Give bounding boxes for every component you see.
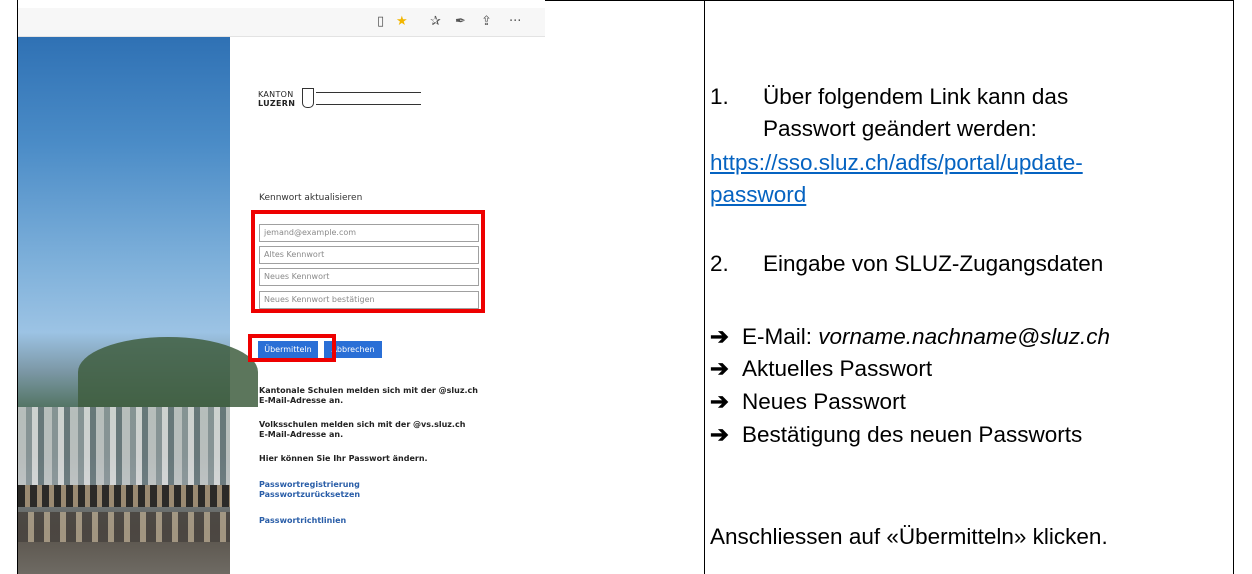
step2-number: 2.	[710, 251, 729, 276]
more-icon[interactable]: ···	[509, 14, 521, 29]
logo-text-top: KANTON	[258, 90, 294, 99]
bullet-email-value: vorname.nachname@sluz.ch	[818, 324, 1110, 349]
favorites-icon[interactable]: ✰	[430, 14, 441, 29]
password-registration-link[interactable]: Passwortregistrierung	[259, 480, 360, 490]
note-kantonal-line1: Kantonale Schulen melden sich mit der @s…	[259, 386, 478, 395]
table-border-middle	[704, 0, 705, 574]
form-title: Kennwort aktualisieren	[259, 193, 363, 203]
reading-view-icon[interactable]: ▯	[377, 14, 384, 29]
arrow-icon: ➔	[710, 422, 729, 447]
instructions-panel: 1. Über folgendem Link kann das Passwort…	[710, 0, 1230, 574]
arrow-icon: ➔	[710, 324, 729, 349]
step1-line2: Passwort geändert werden:	[763, 116, 1037, 141]
logo-text-bottom: LUZERN	[258, 99, 296, 108]
share-icon[interactable]: ⇪	[481, 14, 492, 29]
photo-bridge-lower	[18, 512, 230, 542]
bullet-confirm-password-text: Bestätigung des neuen Passworts	[742, 422, 1083, 447]
photo-hill	[78, 337, 258, 407]
note-volksschulen-line1: Volksschulen melden sich mit der @vs.slu…	[259, 420, 466, 429]
fields-highlight	[251, 210, 485, 313]
password-reset-link[interactable]: Passwortzurücksetzen	[259, 490, 360, 500]
arrow-icon: ➔	[710, 389, 729, 414]
bullet-current-password-text: Aktuelles Passwort	[742, 356, 933, 381]
bullet-new-password-text: Neues Passwort	[742, 389, 906, 414]
password-policy-link[interactable]: Passwortrichtlinien	[259, 516, 346, 526]
photo-bridge	[18, 485, 230, 507]
arrow-icon: ➔	[710, 356, 729, 381]
bullet-new-password: ➔ Neues Passwort	[710, 389, 906, 415]
step1-number: 1.	[710, 84, 729, 109]
note-password-change: Hier können Sie Ihr Passwort ändern.	[259, 454, 428, 463]
photo-town	[18, 407, 230, 497]
bullet-email-prefix: E-Mail:	[742, 324, 819, 349]
logo-line	[316, 92, 421, 93]
step1-line1: Über folgendem Link kann das	[763, 84, 1069, 109]
browser-toolbar: ▯ ★ ✰ ✒ ⇪ ···	[18, 8, 545, 37]
submit-highlight	[248, 334, 336, 362]
bullet-email: ➔ E-Mail: vorname.nachname@sluz.ch	[710, 324, 1110, 350]
star-icon[interactable]: ★	[396, 14, 408, 29]
login-screenshot: ▯ ★ ✰ ✒ ⇪ ··· KANTON LUZERN Kennwort akt…	[18, 0, 545, 574]
lucerne-photo	[18, 37, 258, 574]
logo-line	[316, 104, 421, 105]
pen-icon[interactable]: ✒	[455, 14, 466, 29]
final-instruction: Anschliessen auf «Übermitteln» klicken.	[710, 524, 1108, 549]
bullet-confirm-password: ➔ Bestätigung des neuen Passworts	[710, 422, 1082, 448]
kanton-luzern-logo: KANTON LUZERN	[258, 88, 421, 114]
shield-icon	[302, 88, 314, 108]
note-volksschulen-line2: E-Mail-Adresse an.	[259, 430, 344, 439]
note-kantonal-line2: E-Mail-Adresse an.	[259, 396, 344, 405]
update-password-link-cont[interactable]: password	[710, 182, 806, 208]
update-password-link[interactable]: https://sso.sluz.ch/adfs/portal/update-	[710, 150, 1083, 176]
table-border-right	[1233, 0, 1234, 574]
bullet-current-password: ➔ Aktuelles Passwort	[710, 356, 932, 382]
step2-text: Eingabe von SLUZ-Zugangsdaten	[763, 251, 1104, 276]
